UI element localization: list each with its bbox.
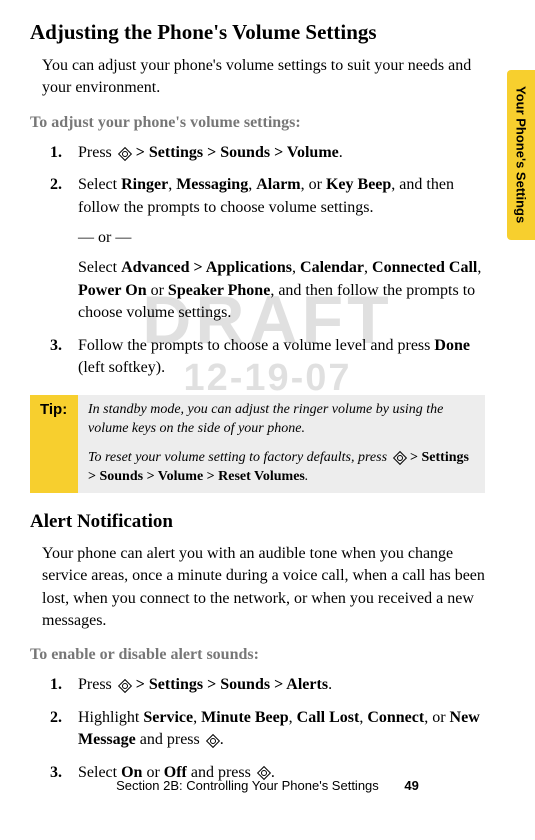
nav-key-icon (392, 452, 406, 463)
step-number: 1. (50, 674, 62, 696)
nav-key-icon (256, 767, 270, 778)
step-number: 1. (50, 142, 62, 164)
alert-step-2: 2. Highlight Service, Minute Beep, Call … (58, 707, 485, 752)
step-number: 3. (50, 335, 62, 357)
or-separator: — or — (78, 227, 485, 249)
alert-heading: Alert Notification (30, 511, 485, 533)
tip-paragraph-2: To reset your volume setting to factory … (88, 449, 475, 487)
section-heading: Adjusting the Phone's Volume Settings (30, 20, 485, 45)
tip-box: Tip: In standby mode, you can adjust the… (30, 395, 485, 493)
tip-content: In standby mode, you can adjust the ring… (78, 395, 485, 493)
step-number: 2. (50, 707, 62, 729)
nav-key-icon (205, 735, 219, 746)
page-content: Adjusting the Phone's Volume Settings Yo… (0, 0, 535, 840)
nav-key-icon (117, 148, 131, 159)
steps-list-2: 1. Press > Settings > Sounds > Alerts. 2… (30, 674, 485, 784)
step-2-alt: Select Advanced > Applications, Calendar… (78, 257, 485, 324)
nav-key-icon (117, 680, 131, 691)
step-number: 3. (50, 762, 62, 784)
steps-list-1: 1. Press > Settings > Sounds > Volume. 2… (30, 142, 485, 380)
alert-intro: Your phone can alert you with an audible… (42, 543, 485, 633)
step-number: 2. (50, 174, 62, 196)
tip-paragraph-1: In standby mode, you can adjust the ring… (88, 401, 475, 439)
step-2: 2. Select Ringer, Messaging, Alarm, or K… (58, 174, 485, 324)
procedure-heading-1: To adjust your phone's volume settings: (30, 114, 485, 132)
alert-step-3: 3. Select On or Off and press . (58, 762, 485, 784)
procedure-heading-2: To enable or disable alert sounds: (30, 646, 485, 664)
alert-step-1: 1. Press > Settings > Sounds > Alerts. (58, 674, 485, 696)
step-1: 1. Press > Settings > Sounds > Volume. (58, 142, 485, 164)
intro-paragraph: You can adjust your phone's volume setti… (42, 55, 485, 100)
step-3: 3. Follow the prompts to choose a volume… (58, 335, 485, 380)
tip-label: Tip: (30, 395, 78, 493)
